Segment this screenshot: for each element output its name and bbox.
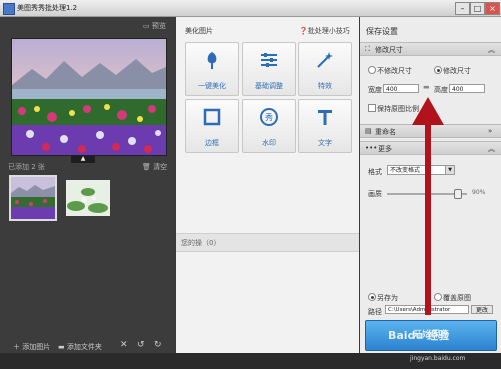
tulip-icon bbox=[207, 52, 217, 69]
thumbnail-image bbox=[11, 177, 55, 219]
effects-button[interactable]: 特效 bbox=[298, 42, 352, 96]
basic-adjust-button[interactable]: 基础调整 bbox=[242, 42, 296, 96]
height-label: 高度 bbox=[434, 86, 448, 94]
baidu-watermark-url: jingyan.baidu.com bbox=[410, 355, 466, 362]
path-label: 路径 bbox=[368, 308, 382, 316]
height-input[interactable]: 400 bbox=[449, 84, 485, 93]
add-image-label: 添加图片 bbox=[22, 343, 51, 351]
main-preview-image bbox=[11, 38, 167, 156]
close-button[interactable]: × bbox=[485, 2, 500, 15]
beautify-panel: 美化图片 ❓批处理小技巧 一键美化 基础调整 特效 边框 秀 水印 文字 您的操… bbox=[176, 17, 359, 353]
window-title: 美图秀秀批处理1.2 bbox=[17, 4, 78, 12]
collapse-toggle[interactable]: ▲ bbox=[71, 155, 95, 163]
operations-label: 您的操（0） bbox=[181, 239, 221, 247]
resize-radio[interactable] bbox=[434, 66, 442, 74]
width-input[interactable]: 400 bbox=[383, 84, 419, 93]
preview-link[interactable]: ▭ 预览 bbox=[143, 21, 166, 31]
width-label: 宽度 bbox=[368, 86, 382, 94]
svg-text:秀: 秀 bbox=[265, 112, 273, 122]
help-link[interactable]: ❓批处理小技巧 bbox=[299, 26, 350, 36]
text-button[interactable]: 文字 bbox=[298, 99, 352, 153]
preview-label: 预览 bbox=[151, 22, 166, 30]
chevron-up-icon: ︽ bbox=[488, 145, 495, 153]
auto-beautify-button[interactable]: 一键美化 bbox=[185, 42, 239, 96]
tool-label: 基础调整 bbox=[255, 82, 283, 90]
resize-icon: ⛶ bbox=[365, 45, 370, 53]
thumbnail-1[interactable] bbox=[9, 175, 57, 221]
keep-ratio-checkbox[interactable] bbox=[368, 104, 376, 112]
no-resize-radio[interactable] bbox=[368, 66, 376, 74]
add-image-button[interactable]: ＋ 添加图片 bbox=[13, 342, 50, 352]
chevron-right-icon: » bbox=[488, 127, 493, 135]
watermark-icon: 秀 bbox=[260, 108, 278, 126]
rename-section-label: 重命名 bbox=[375, 128, 396, 136]
frame-button[interactable]: 边框 bbox=[185, 99, 239, 153]
tool-label: 文字 bbox=[318, 139, 332, 147]
link-icon[interactable]: ▬ bbox=[423, 83, 430, 91]
clear-button[interactable]: 🗑 清空 bbox=[142, 162, 167, 172]
resize-label: 修改尺寸 bbox=[443, 67, 471, 75]
added-count-label: 已添加 2 张 bbox=[8, 163, 45, 171]
magic-wand-icon bbox=[317, 52, 333, 68]
add-folder-button[interactable]: ▬ 添加文件夹 bbox=[58, 342, 102, 352]
baidu-watermark: Baidu 经验 bbox=[388, 329, 450, 342]
maximize-button[interactable]: □ bbox=[470, 2, 485, 15]
sliders-icon bbox=[261, 53, 277, 67]
trash-icon: 🗑 bbox=[142, 163, 151, 171]
minimize-button[interactable]: – bbox=[455, 2, 470, 15]
tool-label: 特效 bbox=[318, 82, 332, 90]
delete-icon[interactable]: ✕ bbox=[120, 340, 128, 350]
tool-label: 边框 bbox=[205, 139, 219, 147]
no-resize-label: 不修改尺寸 bbox=[377, 67, 412, 75]
section-title: 美化图片 bbox=[185, 27, 213, 35]
title-bar: 美图秀秀批处理1.2 – □ × bbox=[0, 0, 501, 17]
tool-label: 一键美化 bbox=[198, 82, 226, 90]
format-label: 格式 bbox=[368, 168, 382, 176]
more-section-label: 更多 bbox=[378, 145, 392, 153]
tool-label: 水印 bbox=[262, 139, 276, 147]
frame-icon bbox=[203, 108, 221, 126]
operations-bar: 您的操（0） bbox=[176, 233, 359, 252]
watermark-button[interactable]: 秀 水印 bbox=[242, 99, 296, 153]
question-icon: ❓ bbox=[299, 27, 308, 35]
quality-slider-thumb[interactable] bbox=[454, 189, 462, 199]
flower-landscape-image bbox=[12, 39, 166, 155]
app-icon bbox=[3, 3, 15, 15]
change-path-button[interactable]: 更改 bbox=[471, 305, 493, 314]
rename-icon: ▤ bbox=[365, 127, 372, 135]
annotation-arrow bbox=[412, 97, 444, 315]
quality-value: 90% bbox=[472, 189, 486, 196]
save-as-label: 另存为 bbox=[377, 294, 398, 302]
text-icon bbox=[318, 110, 332, 125]
rotate-right-icon[interactable]: ↻ bbox=[154, 340, 162, 350]
thumbnail-2[interactable] bbox=[66, 180, 110, 222]
resize-section-label: 修改尺寸 bbox=[375, 46, 403, 54]
help-link-label: 批处理小技巧 bbox=[307, 27, 350, 35]
image-list-panel: ▭ 预览 ▲ 已添加 2 张 🗑 清空 ＋ 添加图片 ▬ 添加文件夹 ✕ ↺ ↻ bbox=[0, 17, 175, 353]
quality-label: 画质 bbox=[368, 190, 382, 198]
add-folder-label: 添加文件夹 bbox=[66, 343, 102, 351]
save-settings-title: 保存设置 bbox=[366, 27, 398, 36]
save-as-radio[interactable] bbox=[368, 293, 376, 301]
clear-label: 清空 bbox=[153, 163, 168, 171]
chevron-up-icon: ︽ bbox=[488, 46, 495, 54]
rotate-left-icon[interactable]: ↺ bbox=[137, 340, 145, 350]
resize-section-header[interactable]: ⛶ 修改尺寸 ︽ bbox=[360, 42, 501, 56]
more-icon: ••• bbox=[365, 144, 378, 152]
thumbnail-image bbox=[66, 180, 110, 216]
folder-icon: ▬ bbox=[58, 343, 65, 351]
